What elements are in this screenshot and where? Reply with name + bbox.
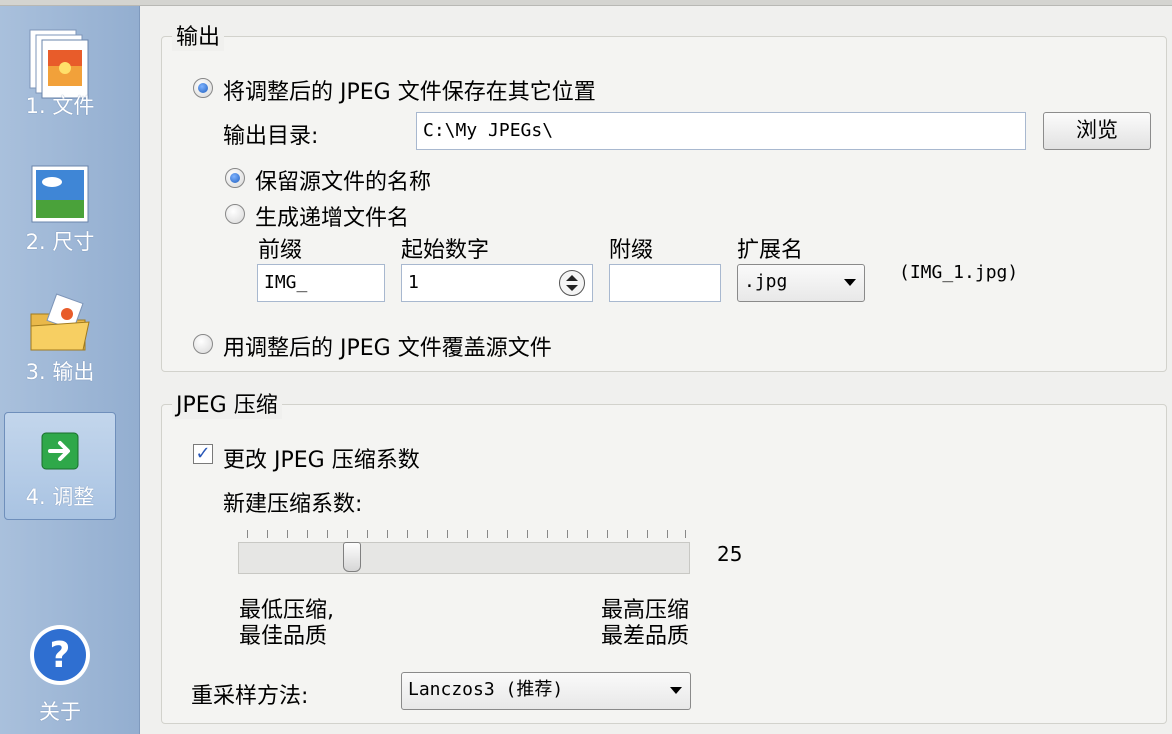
- slider-tick: [447, 530, 448, 538]
- extension-select[interactable]: .jpg: [737, 264, 865, 302]
- sidebar-item-label: 4. 调整: [25, 485, 95, 509]
- sidebar: 1. 文件 2. 尺寸 3. 输出 4. 调整 ? 关于: [0, 6, 140, 734]
- slider-tick: [327, 530, 328, 538]
- start-number-header: 起始数字: [401, 238, 490, 263]
- slider-tick: [467, 530, 468, 538]
- save-elsewhere-radio[interactable]: [193, 78, 213, 98]
- resample-label: 重采样方法:: [191, 684, 309, 709]
- slider-tick: [367, 530, 368, 538]
- slider-tick: [407, 530, 408, 538]
- suffix-header: 附缀: [609, 238, 654, 263]
- slider-tick: [587, 530, 588, 538]
- output-dir-input[interactable]: C:\My JPEGs\: [416, 112, 1026, 150]
- keep-name-radio[interactable]: [225, 168, 245, 188]
- sidebar-item-output[interactable]: 3. 输出: [4, 286, 116, 394]
- extension-select-value: .jpg: [744, 271, 788, 292]
- compression-slider-track[interactable]: [238, 542, 690, 574]
- max-compression-line1: 最高压缩: [601, 598, 690, 623]
- chevron-down-icon: [844, 279, 856, 286]
- min-compression-line2: 最佳品质: [239, 624, 328, 649]
- sidebar-item-label: 2. 尺寸: [25, 230, 95, 254]
- slider-tick: [287, 530, 288, 538]
- output-group-title: 输出: [172, 19, 225, 51]
- max-compression-line2: 最差品质: [601, 624, 690, 649]
- output-dir-label: 输出目录:: [223, 124, 319, 149]
- image-size-icon: [28, 162, 92, 233]
- prefix-input[interactable]: IMG_: [257, 264, 385, 302]
- new-factor-label: 新建压缩系数:: [223, 492, 363, 517]
- output-folder-icon: [27, 292, 93, 361]
- slider-tick: [567, 530, 568, 538]
- save-elsewhere-label: 将调整后的 JPEG 文件保存在其它位置: [223, 80, 596, 105]
- slider-tick: [607, 530, 608, 538]
- browse-button[interactable]: 浏览: [1043, 112, 1151, 150]
- slider-tick: [387, 530, 388, 538]
- sidebar-item-adjust[interactable]: 4. 调整: [4, 412, 116, 520]
- overwrite-label: 用调整后的 JPEG 文件覆盖源文件: [223, 336, 552, 361]
- keep-name-label: 保留源文件的名称: [255, 170, 432, 195]
- filename-preview: (IMG_1.jpg): [899, 262, 1019, 283]
- resample-select-value: Lanczos3 (推荐): [408, 679, 564, 700]
- min-compression-line1: 最低压缩,: [239, 598, 334, 623]
- sidebar-item-about[interactable]: ? 关于: [4, 618, 116, 726]
- slider-tick: [307, 530, 308, 538]
- slider-tick: [685, 530, 686, 538]
- help-icon: ?: [27, 622, 93, 693]
- slider-tick: [627, 530, 628, 538]
- min-compression-label: 最低压缩, 最佳品质: [239, 598, 334, 650]
- slider-tick: [427, 530, 428, 538]
- prefix-header: 前缀: [258, 238, 303, 263]
- compression-slider-thumb[interactable]: [343, 542, 361, 572]
- slider-tick: [487, 530, 488, 538]
- slider-tick: [647, 530, 648, 538]
- change-compression-label: 更改 JPEG 压缩系数: [223, 448, 420, 473]
- slider-tick: [507, 530, 508, 538]
- slider-tick: [347, 530, 348, 538]
- sidebar-item-size[interactable]: 2. 尺寸: [4, 156, 116, 264]
- change-compression-checkbox[interactable]: ✓: [193, 444, 213, 464]
- about-label: 关于: [39, 700, 81, 724]
- max-compression-label: 最高压缩 最差品质: [601, 598, 689, 650]
- compression-group-title: JPEG 压缩: [172, 387, 282, 419]
- resample-select[interactable]: Lanczos3 (推荐): [401, 672, 691, 710]
- sidebar-item-files[interactable]: 1. 文件: [4, 20, 116, 128]
- slider-tick: [267, 530, 268, 538]
- slider-tick: [547, 530, 548, 538]
- sidebar-item-label: 1. 文件: [25, 94, 95, 118]
- slider-tick: [247, 530, 248, 538]
- svg-text:?: ?: [50, 635, 71, 676]
- incremental-name-radio[interactable]: [225, 204, 245, 224]
- slider-tick: [527, 530, 528, 538]
- extension-header: 扩展名: [737, 238, 804, 263]
- sidebar-item-label: 3. 输出: [25, 360, 95, 384]
- suffix-input[interactable]: [609, 264, 721, 302]
- compression-value: 25: [717, 542, 743, 566]
- incremental-name-label: 生成递增文件名: [255, 206, 410, 231]
- slider-tick: [667, 530, 668, 538]
- overwrite-radio[interactable]: [193, 334, 213, 354]
- arrow-right-icon: [40, 431, 80, 476]
- chevron-down-icon: [670, 687, 682, 694]
- start-number-spinner[interactable]: [559, 270, 585, 296]
- main-panel: 输出 将调整后的 JPEG 文件保存在其它位置 输出目录: C:\My JPEG…: [141, 6, 1172, 734]
